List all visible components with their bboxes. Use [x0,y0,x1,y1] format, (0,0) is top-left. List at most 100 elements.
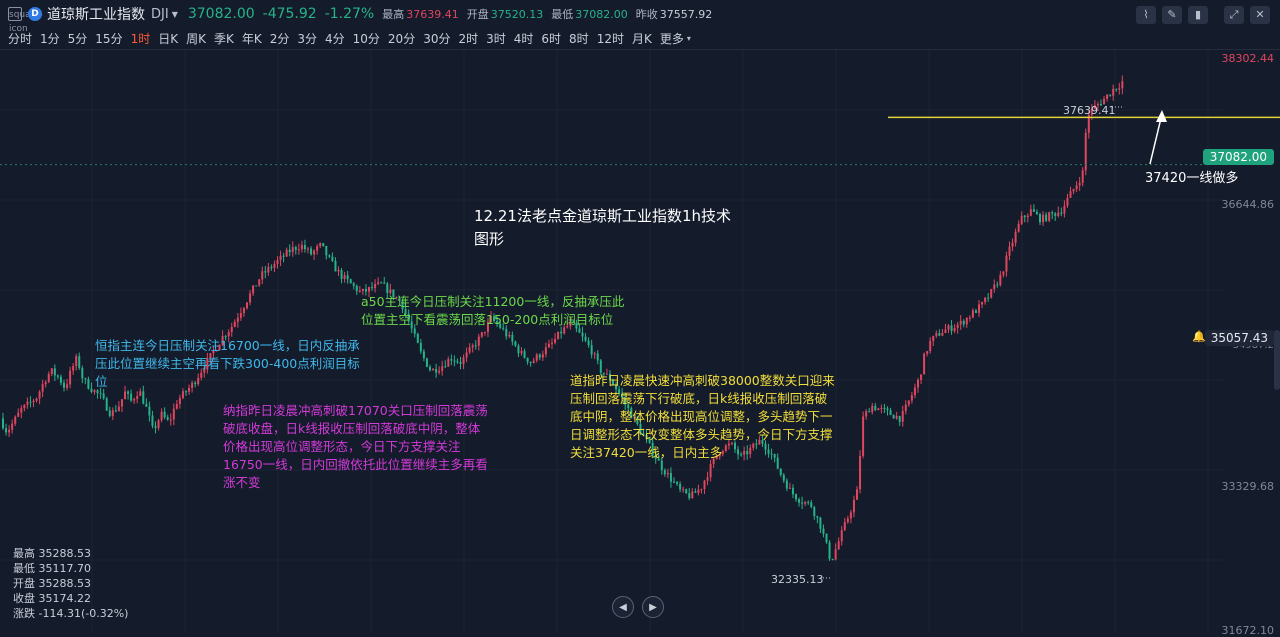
stat-open: 开盘 35288.53 [13,577,91,590]
candle-body [1045,214,1048,221]
candle-body [871,405,874,413]
candle-body [834,549,837,560]
alert-price-tag[interactable]: 35057.43 [1204,330,1274,346]
candle-body [1078,182,1081,186]
tab-timeframe[interactable]: 5分 [68,30,88,47]
indicator-icon[interactable]: ⌇ [1136,6,1156,24]
candle-body [807,502,810,504]
candle-body [142,391,145,404]
candle-body [974,310,977,313]
next-bar-button[interactable]: ▶ [642,596,664,618]
tab-timeframe[interactable]: 1时 [131,30,151,47]
stat-close: 收盘 35174.22 [13,592,91,605]
candle-body [133,398,136,401]
candle-body [1063,205,1066,214]
candle-body [843,522,846,531]
candle-body [1075,185,1078,190]
price-axis-label: 38302.44 [1221,52,1275,65]
candle-body [383,282,386,284]
candle-body [947,325,950,330]
candle-body [663,470,666,475]
tab-timeframe[interactable]: 年K [242,30,262,47]
candle-body [120,399,123,407]
chevron-down-icon[interactable]: ▾ [687,34,691,43]
tab-timeframe[interactable]: 3分 [297,30,317,47]
candle-body [239,313,242,318]
candle-body [1072,189,1075,192]
tab-timeframe[interactable]: 更多 [660,30,684,47]
candle-body [892,414,895,419]
tab-timeframe[interactable]: 周K [186,30,206,47]
tab-timeframe[interactable]: 月K [632,30,652,47]
price-axis-label: 33329.68 [1221,480,1275,493]
tab-timeframe[interactable]: 2时 [458,30,478,47]
tab-timeframe[interactable]: 季K [214,30,234,47]
candle-body [981,301,984,305]
candle-body [1020,215,1023,224]
candle-body [791,487,794,495]
candle-body [953,327,956,331]
price-scrollbar[interactable] [1274,330,1280,390]
candle-body [102,393,105,399]
bell-icon[interactable]: 🔔 [1192,330,1206,344]
prev-bar-button[interactable]: ◀ [612,596,634,618]
candle-body [1026,215,1029,218]
candle-body [779,468,782,475]
candle-body [907,400,910,405]
candle-body [459,362,462,364]
candle-body [416,333,419,343]
candle-body [816,516,819,518]
symbol-code[interactable]: DJI [151,7,169,22]
tab-timeframe[interactable]: 20分 [388,30,415,47]
candle-body [456,361,459,363]
expand-icon[interactable]: ⤢ [1224,6,1244,24]
candle-body [1109,94,1112,96]
tab-timeframe[interactable]: 4时 [514,30,534,47]
candle-body [322,243,325,246]
tab-timeframe[interactable]: 8时 [569,30,589,47]
tab-timeframe[interactable]: 4分 [325,30,345,47]
tab-timeframe[interactable]: 12时 [597,30,624,47]
index-logo-icon: D [28,7,42,21]
low-value: 37082.00 [575,7,628,21]
candle-body [346,275,349,280]
tab-timeframe[interactable]: 10分 [353,30,380,47]
candle-body [59,376,62,383]
tab-timeframe[interactable]: 6时 [541,30,561,47]
candle-body [23,404,26,409]
candle-body [145,403,148,407]
tab-timeframe[interactable]: 15分 [95,30,122,47]
annotation-hsi: 恒指主连今日压制关注16700一线，日内反抽承 压此位置继续主空再看下跌300-4… [95,338,360,389]
chevron-down-icon[interactable]: ▼ [172,10,178,19]
candle-body [676,482,679,484]
candle-body [438,370,441,373]
square-icon[interactable]: square-icon [8,7,43,34]
low-label: 最低 [551,8,574,21]
candle-body [66,384,69,388]
high-value: 37639.41 [406,7,459,21]
candle-body [374,283,377,289]
candle-style-icon[interactable]: ▮ [1188,6,1208,24]
draw-tool-icon[interactable]: ✎ [1162,6,1182,24]
tab-timeframe[interactable]: 日K [158,30,178,47]
candle-body [694,491,697,493]
candle-body [175,403,178,409]
close-icon[interactable]: ✕ [1250,6,1270,24]
candle-body [1048,212,1051,221]
candle-body [1121,81,1124,89]
tab-timeframe[interactable]: 2分 [270,30,290,47]
candle-body [270,266,273,268]
candle-body [1039,214,1041,223]
candle-body [1042,214,1045,223]
tab-timeframe[interactable]: 3时 [486,30,506,47]
tab-timeframe[interactable]: 1分 [40,30,60,47]
candle-body [285,249,288,257]
candle-body [114,410,117,412]
candle-body [105,398,108,411]
tab-timeframe[interactable]: 分时 [8,30,32,47]
candle-body [157,420,160,429]
candle-body [355,285,358,292]
candle-body [1014,231,1017,243]
tab-timeframe[interactable]: 30分 [423,30,450,47]
candle-body [978,304,980,313]
